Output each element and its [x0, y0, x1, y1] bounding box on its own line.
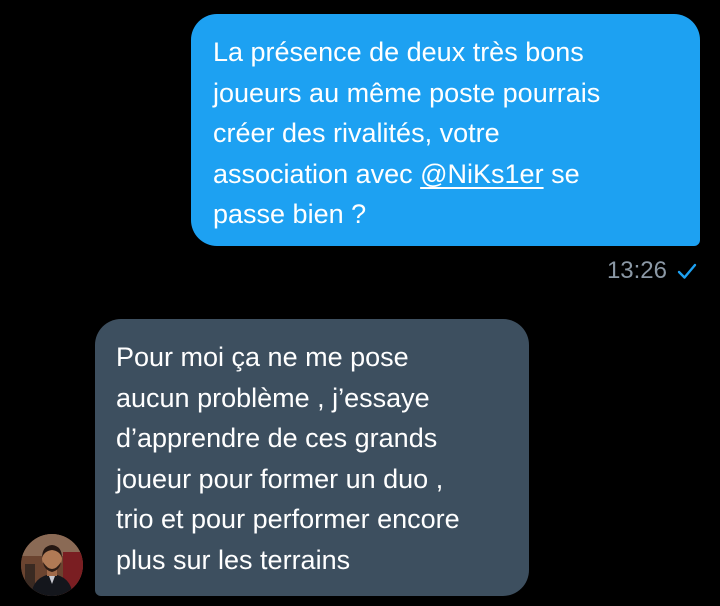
received-message-line: Pour moi ça ne me pose [116, 342, 409, 372]
received-message-line: d’apprendre de ces grands [116, 423, 438, 453]
avatar-image [21, 534, 83, 596]
mention-link[interactable]: @NiKs1er [420, 159, 543, 189]
sent-message-line: association avec @NiKs1er se [213, 154, 682, 195]
received-message-line: trio et pour performer encore [116, 504, 460, 534]
sent-message-bubble[interactable]: La présence de deux très bons joueurs au… [191, 14, 700, 246]
received-message-line: plus sur les terrains [116, 544, 351, 575]
received-message-line: aucun problème , j’essaye [116, 382, 430, 413]
received-message-bubble[interactable]: Pour moi ça ne me pose aucun problème , … [95, 319, 529, 596]
sent-message-line: passe bien ? [213, 199, 367, 229]
message-meta: 13:26 [607, 256, 697, 286]
sent-message-line: créer des rivalités, votre [213, 118, 500, 148]
sent-message-text: se [543, 158, 580, 189]
check-icon [677, 263, 697, 279]
received-message-line: joueur pour former un duo , [116, 463, 444, 494]
message-timestamp: 13:26 [606, 257, 667, 284]
sent-message-text: association avec [213, 158, 421, 189]
avatar[interactable] [21, 534, 83, 596]
sent-message-line: La présence de deux très bons [213, 37, 584, 67]
sent-message-line: joueurs au même poste pourrais [213, 77, 601, 108]
